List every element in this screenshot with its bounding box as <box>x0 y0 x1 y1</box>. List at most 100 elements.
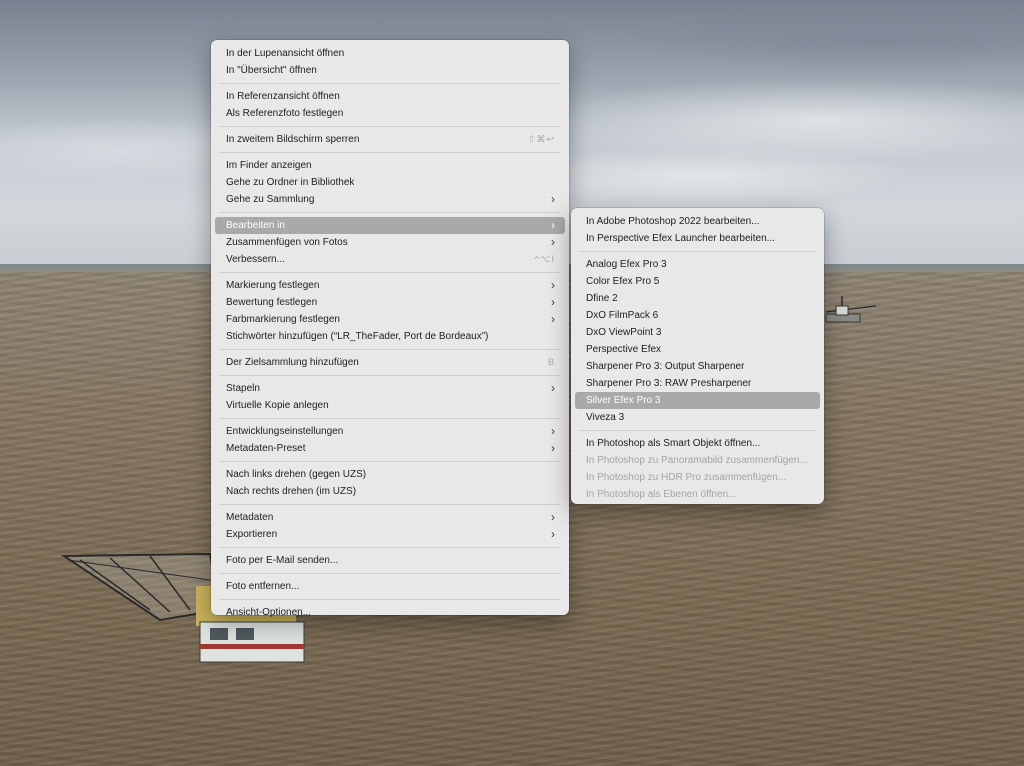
submenu-item-in-photoshop-zu-panoramabild-zusammenfue: In Photoshop zu Panoramabild zusammenfüg… <box>575 452 820 469</box>
menu-item-nach-rechts-drehen-im-uzs[interactable]: Nach rechts drehen (im UZS) <box>215 483 565 500</box>
menu-item-foto-entfernen[interactable]: Foto entfernen... <box>215 578 565 595</box>
menu-item-label: Bearbeiten in <box>226 220 285 231</box>
submenu-item-silver-efex-pro-3[interactable]: Silver Efex Pro 3 <box>575 392 820 409</box>
menu-item-label: Nach links drehen (gegen UZS) <box>226 469 367 480</box>
submenu-item-in-photoshop-zu-hdr-pro-zusammenfuegen: In Photoshop zu HDR Pro zusammenfügen... <box>575 469 820 486</box>
menu-item-label: Virtuelle Kopie anlegen <box>226 400 329 411</box>
menu-separator <box>219 417 561 419</box>
chevron-right-icon: › <box>551 424 555 438</box>
menu-item-label: Silver Efex Pro 3 <box>586 395 661 406</box>
edit-in-submenu: In Adobe Photoshop 2022 bearbeiten... In … <box>571 208 824 504</box>
menu-item-label: Sharpener Pro 3: RAW Presharpener <box>586 378 752 389</box>
submenu-item-sharpener-pro-3-raw-presharpener[interactable]: Sharpener Pro 3: RAW Presharpener <box>575 375 820 392</box>
menu-item-zusammenfuegen-von-fotos[interactable]: Zusammenfügen von Fotos › <box>215 234 565 251</box>
menu-item-in-der-lupenansicht-oeffnen[interactable]: In der Lupenansicht öffnen <box>215 45 565 62</box>
menu-item-label: Als Referenzfoto festlegen <box>226 108 344 119</box>
menu-item-in-referenzansicht-oeffnen[interactable]: In Referenzansicht öffnen <box>215 88 565 105</box>
menu-item-label: In Referenzansicht öffnen <box>226 91 340 102</box>
submenu-item-in-photoshop-als-smart-objekt-oeffnen[interactable]: In Photoshop als Smart Objekt öffnen... <box>575 435 820 452</box>
menu-item-label: Dfine 2 <box>586 293 618 304</box>
keyboard-shortcut: ⇧⌘↩ <box>527 134 555 144</box>
menu-item-label: Der Zielsammlung hinzufügen <box>226 357 359 368</box>
keyboard-shortcut: ^⌥I <box>534 254 555 264</box>
menu-item-als-referenzfoto-festlegen[interactable]: Als Referenzfoto festlegen <box>215 105 565 122</box>
menu-item-ansicht-optionen[interactable]: Ansicht-Optionen... <box>215 604 565 621</box>
menu-item-im-finder-anzeigen[interactable]: Im Finder anzeigen <box>215 157 565 174</box>
menu-item-label: In Photoshop als Smart Objekt öffnen... <box>586 438 761 449</box>
menu-item-markierung-festlegen[interactable]: Markierung festlegen › <box>215 277 565 294</box>
menu-separator <box>219 348 561 350</box>
keyboard-shortcut: B <box>547 357 555 367</box>
menu-separator <box>219 546 561 548</box>
menu-item-label: In Photoshop zu HDR Pro zusammenfügen... <box>586 472 787 483</box>
submenu-item-viveza-3[interactable]: Viveza 3 <box>575 409 820 426</box>
chevron-right-icon: › <box>551 295 555 309</box>
menu-item-metadaten-preset[interactable]: Metadaten-Preset › <box>215 440 565 457</box>
submenu-item-dxo-filmpack-6[interactable]: DxO FilmPack 6 <box>575 307 820 324</box>
menu-item-label: DxO FilmPack 6 <box>586 310 659 321</box>
menu-item-bewertung-festlegen[interactable]: Bewertung festlegen › <box>215 294 565 311</box>
menu-separator <box>219 503 561 505</box>
menu-item-label: Sharpener Pro 3: Output Sharpener <box>586 361 745 372</box>
menu-item-entwicklungseinstellungen[interactable]: Entwicklungseinstellungen › <box>215 423 565 440</box>
menu-item-foto-per-e-mail-senden[interactable]: Foto per E-Mail senden... <box>215 552 565 569</box>
menu-item-label: Gehe zu Ordner in Bibliothek <box>226 177 355 188</box>
menu-item-label: Metadaten-Preset <box>226 443 306 454</box>
chevron-right-icon: › <box>551 218 555 232</box>
menu-separator <box>219 460 561 462</box>
menu-item-verbessern[interactable]: Verbessern... ^⌥I <box>215 251 565 268</box>
chevron-right-icon: › <box>551 510 555 524</box>
menu-item-exportieren[interactable]: Exportieren › <box>215 526 565 543</box>
menu-item-label: Stapeln <box>226 383 260 394</box>
submenu-item-in-perspective-efex-launcher-bearbeiten[interactable]: In Perspective Efex Launcher bearbeiten.… <box>575 230 820 247</box>
menu-separator <box>579 250 816 252</box>
chevron-right-icon: › <box>551 441 555 455</box>
menu-item-stapeln[interactable]: Stapeln › <box>215 380 565 397</box>
menu-item-der-zielsammlung-hinzufuegen[interactable]: Der Zielsammlung hinzufügen B <box>215 354 565 371</box>
menu-item-nach-links-drehen-gegen-uzs[interactable]: Nach links drehen (gegen UZS) <box>215 466 565 483</box>
submenu-item-analog-efex-pro-3[interactable]: Analog Efex Pro 3 <box>575 256 820 273</box>
menu-item-stichwoerter-hinzufuegen-lr-thefader-por[interactable]: Stichwörter hinzufügen (“LR_TheFader, Po… <box>215 328 565 345</box>
menu-item-label: In der Lupenansicht öffnen <box>226 48 345 59</box>
submenu-item-dfine-2[interactable]: Dfine 2 <box>575 290 820 307</box>
fishing-boat-right <box>825 296 877 323</box>
chevron-right-icon: › <box>551 192 555 206</box>
menu-separator <box>219 374 561 376</box>
menu-item-label: Foto entfernen... <box>226 581 300 592</box>
menu-item-label: Gehe zu Sammlung <box>226 194 315 205</box>
menu-item-farbmarkierung-festlegen[interactable]: Farbmarkierung festlegen › <box>215 311 565 328</box>
menu-item-label: Color Efex Pro 5 <box>586 276 660 287</box>
menu-item-bearbeiten-in[interactable]: Bearbeiten in › <box>215 217 565 234</box>
submenu-item-dxo-viewpoint-3[interactable]: DxO ViewPoint 3 <box>575 324 820 341</box>
menu-separator <box>219 125 561 127</box>
menu-item-label: In Perspective Efex Launcher bearbeiten.… <box>586 233 776 244</box>
menu-item-label: Viveza 3 <box>586 412 625 423</box>
menu-item-label: In Photoshop als Ebenen öffnen... <box>586 489 737 500</box>
menu-item-in-zweitem-bildschirm-sperren[interactable]: In zweitem Bildschirm sperren ⇧⌘↩ <box>215 131 565 148</box>
menu-item-metadaten[interactable]: Metadaten › <box>215 509 565 526</box>
menu-item-virtuelle-kopie-anlegen[interactable]: Virtuelle Kopie anlegen <box>215 397 565 414</box>
menu-item-gehe-zu-ordner-in-bibliothek[interactable]: Gehe zu Ordner in Bibliothek <box>215 174 565 191</box>
menu-item-label: Markierung festlegen <box>226 280 320 291</box>
menu-item-label: DxO ViewPoint 3 <box>586 327 662 338</box>
menu-separator <box>579 429 816 431</box>
menu-item-label: In Adobe Photoshop 2022 bearbeiten... <box>586 216 760 227</box>
menu-separator <box>219 598 561 600</box>
menu-item-label: Im Finder anzeigen <box>226 160 312 171</box>
submenu-item-sharpener-pro-3-output-sharpener[interactable]: Sharpener Pro 3: Output Sharpener <box>575 358 820 375</box>
menu-item-label: In Photoshop zu Panoramabild zusammenfüg… <box>586 455 808 466</box>
menu-item-label: Verbessern... <box>226 254 285 265</box>
chevron-right-icon: › <box>551 278 555 292</box>
menu-item-gehe-zu-sammlung[interactable]: Gehe zu Sammlung › <box>215 191 565 208</box>
submenu-item-color-efex-pro-5[interactable]: Color Efex Pro 5 <box>575 273 820 290</box>
menu-item-label: Exportieren <box>226 529 278 540</box>
menu-separator <box>219 211 561 213</box>
menu-separator <box>219 572 561 574</box>
menu-item-label: Entwicklungseinstellungen <box>226 426 344 437</box>
chevron-right-icon: › <box>551 527 555 541</box>
menu-separator <box>219 151 561 153</box>
menu-item-label: Perspective Efex <box>586 344 662 355</box>
menu-item-in-uebersicht-oeffnen[interactable]: In "Übersicht" öffnen <box>215 62 565 79</box>
submenu-item-in-adobe-photoshop-2022-bearbeiten[interactable]: In Adobe Photoshop 2022 bearbeiten... <box>575 213 820 230</box>
submenu-item-perspective-efex[interactable]: Perspective Efex <box>575 341 820 358</box>
